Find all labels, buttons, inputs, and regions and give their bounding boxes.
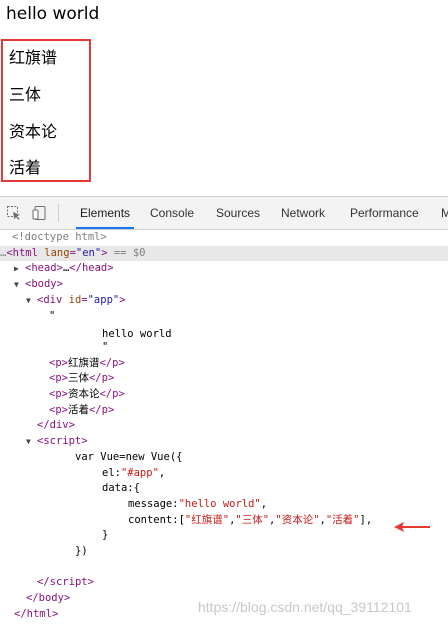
p-node[interactable]: <p>资本论</p>	[49, 387, 448, 403]
div-close-tag: </div>	[37, 419, 75, 432]
script-line: message:"hello world",	[128, 497, 268, 510]
tab-console[interactable]: Console	[150, 197, 194, 229]
script-line: el:"#app",	[102, 466, 166, 479]
script-line: data:{	[102, 482, 140, 495]
hello-text: hello world	[6, 4, 100, 24]
devtools-panel: Elements Console Sources Network Perform…	[0, 196, 448, 628]
device-toggle-icon[interactable]	[32, 205, 48, 221]
script-node[interactable]: ▼ <script>	[26, 434, 448, 450]
rendered-page: hello world 红旗谱 三体 资本论 活着	[0, 0, 448, 196]
elements-tree: <!doctype html> …<html lang="en"> == $0 …	[0, 230, 448, 628]
script-line: })	[75, 545, 88, 557]
tab-more[interactable]: M	[441, 197, 448, 229]
red-arrow-icon	[394, 522, 430, 532]
highlight-box: 红旗谱 三体 资本论 活着	[1, 39, 91, 182]
list-item: 资本论	[9, 122, 58, 141]
devtools-tabbar: Elements Console Sources Network Perform…	[0, 197, 448, 230]
p-node[interactable]: <p>三体</p>	[49, 371, 448, 387]
p-node[interactable]: <p>红旗谱</p>	[49, 356, 448, 372]
tab-performance[interactable]: Performance	[350, 197, 419, 229]
html-node-selected[interactable]: …<html lang="en"> == $0	[0, 245, 448, 262]
list-item: 红旗谱	[9, 48, 58, 67]
div-app-node[interactable]: ▼ <div id="app">	[26, 293, 448, 309]
script-line: var Vue=new Vue({	[75, 450, 183, 463]
doctype-line: <!doctype html>	[12, 231, 107, 243]
list-item: 活着	[9, 158, 42, 177]
script-close-tag: </script>	[37, 576, 94, 589]
inspect-element-icon[interactable]	[6, 205, 22, 221]
toolbar-divider	[58, 204, 59, 222]
body-node[interactable]: ▼ <body>	[14, 277, 448, 293]
head-node[interactable]: ▶ <head>…</head>	[14, 261, 448, 277]
text-node-quote: "	[102, 341, 109, 353]
tab-sources[interactable]: Sources	[216, 197, 260, 229]
p-node[interactable]: <p>活着</p>	[49, 403, 448, 419]
tab-network[interactable]: Network	[281, 197, 325, 229]
tab-elements[interactable]: Elements	[75, 197, 135, 229]
list-item: 三体	[9, 85, 42, 104]
text-node-quote: "	[49, 309, 56, 322]
watermark: https://blog.csdn.net/qq_39112101	[198, 599, 412, 615]
